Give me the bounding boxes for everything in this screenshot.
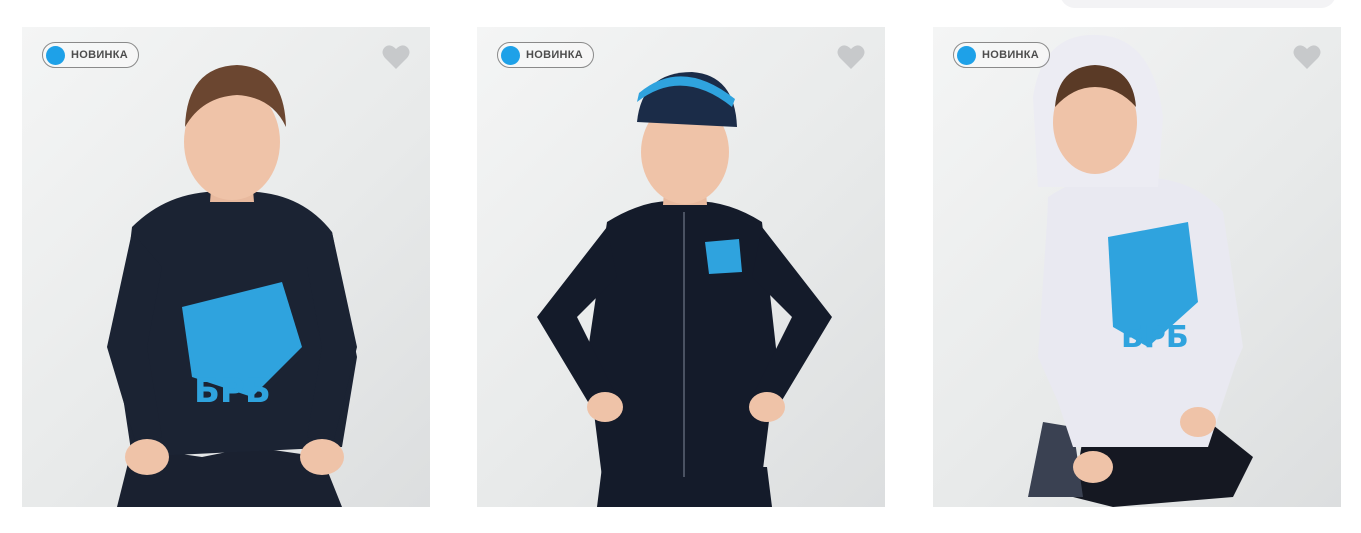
product-card-3[interactable]: БРБ НОВИНКА bbox=[933, 27, 1341, 507]
heart-icon[interactable] bbox=[1293, 44, 1321, 70]
product-image-2[interactable] bbox=[477, 27, 885, 507]
badge-dot bbox=[501, 45, 520, 65]
new-badge: НОВИНКА bbox=[953, 42, 1051, 68]
badge-label: НОВИНКА bbox=[526, 49, 584, 61]
heart-icon[interactable] bbox=[837, 44, 865, 70]
new-badge: НОВИНКА bbox=[42, 42, 140, 68]
new-badge: НОВИНКА bbox=[497, 42, 595, 68]
product-card-2[interactable]: НОВИНКА bbox=[477, 27, 885, 507]
search-bar[interactable] bbox=[1060, 0, 1336, 8]
badge-dot bbox=[957, 45, 976, 65]
heart-icon[interactable] bbox=[382, 44, 410, 70]
product-card-1[interactable]: БРБ НОВИНКА bbox=[22, 27, 430, 507]
product-image-3[interactable]: БРБ bbox=[933, 27, 1341, 507]
svg-text:БРБ: БРБ bbox=[194, 371, 271, 411]
badge-label: НОВИНКА bbox=[71, 49, 129, 61]
product-image-1[interactable]: БРБ bbox=[22, 27, 430, 507]
badge-dot bbox=[46, 45, 65, 65]
svg-text:БРБ: БРБ bbox=[1121, 320, 1189, 355]
badge-label: НОВИНКА bbox=[982, 49, 1040, 61]
